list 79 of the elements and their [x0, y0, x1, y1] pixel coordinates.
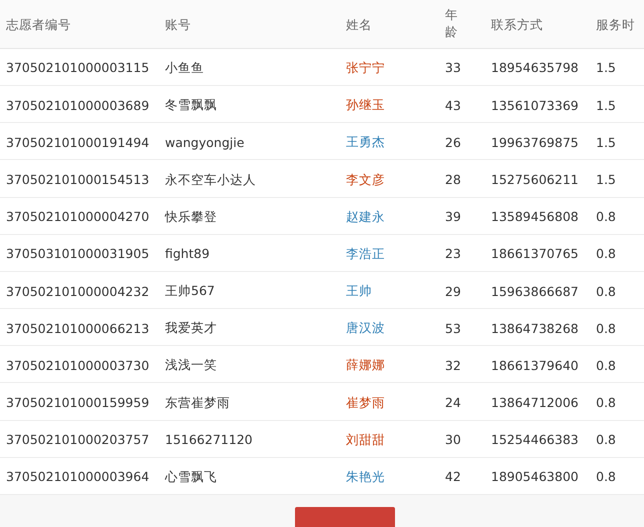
- column-header: 账号: [165, 16, 191, 34]
- column-header: 志愿者编号: [6, 16, 71, 34]
- table-cell: 0.8: [596, 209, 616, 224]
- table-cell: 1.5: [596, 60, 616, 76]
- table-cell: 浅浅一笑: [165, 357, 217, 372]
- table-cell: 永不空车小达人: [165, 172, 256, 186]
- table-cell: 1.5: [596, 172, 616, 187]
- table-cell: 小鱼鱼: [165, 60, 204, 75]
- column-header: 姓名: [346, 16, 372, 34]
- table-cell: 30: [445, 432, 461, 448]
- table-cell: 370502101000159959: [6, 395, 150, 410]
- table-cell: 快乐攀登: [165, 208, 217, 224]
- column-header: 年龄: [445, 7, 458, 41]
- table-cell: 19963769875: [491, 134, 578, 150]
- table-cell: 23: [445, 246, 461, 262]
- table-cell: 13864738268: [491, 320, 578, 336]
- name-cell: 朱艳光: [346, 468, 385, 484]
- table-cell: 370502101000004232: [6, 284, 150, 299]
- table-cell: 15963866687: [491, 284, 578, 299]
- table-cell: 0.8: [596, 284, 616, 299]
- table-cell: 370502101000003115: [6, 60, 150, 76]
- table-cell: 18954635798: [491, 60, 578, 76]
- table-cell: 370502101000154513: [6, 172, 150, 187]
- column-header: 联系方式: [491, 16, 543, 34]
- table-cell: 32: [445, 358, 461, 373]
- table-cell: 冬雪飘飘: [165, 97, 217, 112]
- table-cell: 18661379640: [491, 358, 578, 373]
- table-cell: 370502101000191494: [6, 134, 150, 150]
- name-cell: 张宁宁: [346, 60, 385, 75]
- table-cell: 42: [445, 469, 461, 484]
- table-cell: 1.5: [596, 134, 616, 150]
- table-cell: 39: [445, 209, 461, 224]
- name-cell: 薛娜娜: [346, 357, 385, 372]
- table-cell: 13561073369: [491, 98, 578, 113]
- table-cell: 370502101000003689: [6, 98, 150, 113]
- table-cell: 心雪飘飞: [165, 468, 217, 484]
- table-cell: 15254466383: [491, 432, 578, 448]
- table-cell: fight89: [165, 246, 210, 262]
- table-cell: 0.8: [596, 320, 616, 336]
- table-cell: 43: [445, 98, 461, 113]
- table-cell: 26: [445, 134, 461, 150]
- table-cell: 370502101000066213: [6, 320, 150, 336]
- table-cell: 1.5: [596, 98, 616, 113]
- table-cell: 王帅567: [165, 283, 215, 298]
- table-cell: wangyongjie: [165, 134, 244, 150]
- table-cell: 我爱英才: [165, 320, 217, 336]
- table-cell: 33: [445, 60, 461, 76]
- name-cell: 王勇杰: [346, 134, 385, 150]
- table-cell: 18905463800: [491, 469, 578, 484]
- table-cell: 0.8: [596, 469, 616, 484]
- table-cell: 13864712006: [491, 395, 578, 410]
- table-cell: 370502101000004270: [6, 209, 150, 224]
- table-cell: 370502101000003964: [6, 469, 150, 484]
- name-cell: 李文彦: [346, 172, 385, 186]
- table-cell: 53: [445, 320, 461, 336]
- table-cell: 28: [445, 172, 461, 187]
- table-cell: 13589456808: [491, 209, 578, 224]
- table-cell: 0.8: [596, 432, 616, 448]
- table-cell: 0.8: [596, 358, 616, 373]
- table-cell: 370502101000203757: [6, 432, 150, 448]
- name-cell: 李浩正: [346, 246, 385, 261]
- name-cell: 唐汉波: [346, 320, 385, 336]
- table-cell: 29: [445, 284, 461, 299]
- name-cell: 崔梦雨: [346, 394, 385, 410]
- table-cell: 370502101000003730: [6, 358, 150, 373]
- table-cell: 24: [445, 395, 461, 410]
- table-cell: 15275606211: [491, 172, 578, 187]
- table-cell: 东营崔梦雨: [165, 394, 230, 410]
- action-button[interactable]: [295, 506, 395, 527]
- name-cell: 王帅: [346, 283, 372, 298]
- table-cell: 370503101000031905: [6, 246, 150, 262]
- table-cell: 15166271120: [165, 432, 252, 448]
- name-cell: 孙继玉: [346, 97, 385, 112]
- name-cell: 刘甜甜: [346, 432, 385, 447]
- table-cell: 0.8: [596, 395, 616, 410]
- name-cell: 赵建永: [346, 208, 385, 224]
- column-header: 服务时: [596, 16, 635, 34]
- table-cell: 0.8: [596, 246, 616, 262]
- table-cell: 18661370765: [491, 246, 578, 262]
